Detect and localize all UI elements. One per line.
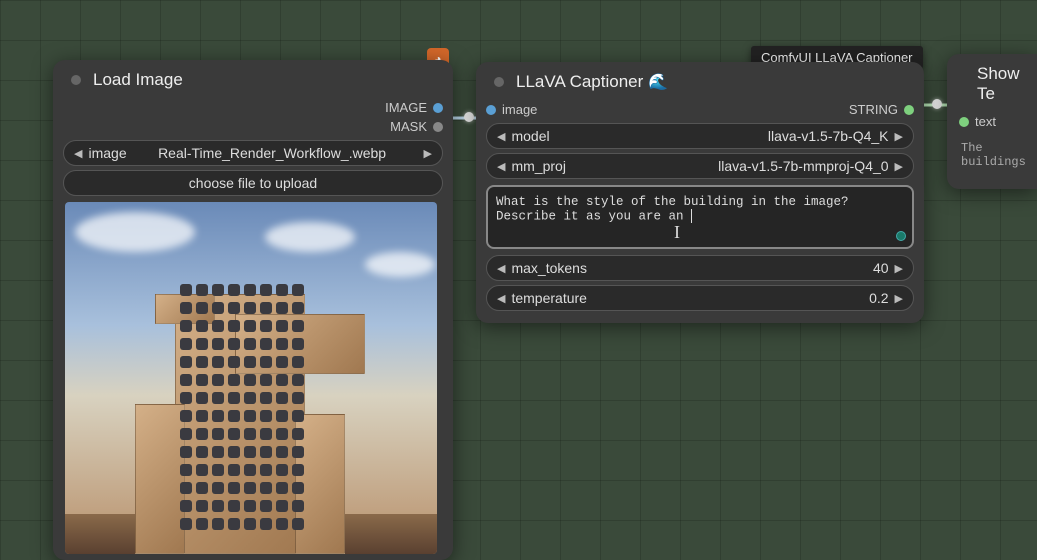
collapse-dot-icon[interactable]	[494, 77, 504, 87]
wave-emoji-icon: 🌊	[648, 74, 668, 91]
input-port-text[interactable]: text	[947, 112, 1037, 131]
temperature-field[interactable]: ◀ temperature 0.2 ▶	[486, 285, 914, 311]
output-port-image[interactable]: IMAGE	[53, 98, 453, 117]
field-value: 0.2	[587, 290, 889, 306]
image-filename-field[interactable]: ◀ image Real-Time_Render_Workflow_.webp …	[63, 140, 443, 166]
arrow-right-icon[interactable]: ▶	[424, 147, 432, 160]
node-show-text[interactable]: Show Te text The buildings	[947, 54, 1037, 189]
collapse-dot-icon[interactable]	[71, 75, 81, 85]
output-port-mask[interactable]: MASK	[53, 117, 453, 136]
text-cursor-icon: I	[674, 222, 680, 243]
port-dot-icon[interactable]	[959, 117, 969, 127]
arrow-right-icon[interactable]: ▶	[895, 130, 903, 143]
wire-endpoint	[932, 99, 942, 109]
max-tokens-field[interactable]: ◀ max_tokens 40 ▶	[486, 255, 914, 281]
mm-proj-field[interactable]: ◀ mm_proj llava-v1.5-7b-mmproj-Q4_0 ▶	[486, 153, 914, 179]
arrow-right-icon[interactable]: ▶	[895, 160, 903, 173]
node-header[interactable]: LLaVA Captioner 🌊	[476, 62, 924, 100]
field-value: llava-v1.5-7b-Q4_K	[550, 128, 889, 144]
port-dot-icon[interactable]	[486, 105, 496, 115]
wire-endpoint	[464, 112, 474, 122]
field-value: 40	[587, 260, 889, 276]
port-dot-icon[interactable]	[433, 122, 443, 132]
field-value: Real-Time_Render_Workflow_.webp	[127, 145, 418, 161]
node-header[interactable]: Show Te	[947, 54, 1037, 112]
node-llava-captioner[interactable]: LLaVA Captioner 🌊 image STRING ◀ model l…	[476, 62, 924, 323]
arrow-left-icon[interactable]: ◀	[497, 160, 505, 173]
arrow-right-icon[interactable]: ▶	[895, 262, 903, 275]
arrow-left-icon[interactable]: ◀	[497, 292, 505, 305]
node-title: Show Te	[977, 64, 1020, 104]
node-title: LLaVA Captioner 🌊	[516, 72, 668, 92]
output-port-string[interactable]: STRING	[849, 100, 914, 119]
port-dot-icon[interactable]	[433, 103, 443, 113]
node-load-image[interactable]: Load Image IMAGE MASK ◀ image Real-Time_…	[53, 60, 453, 560]
arrow-right-icon[interactable]: ▶	[895, 292, 903, 305]
field-label: temperature	[511, 290, 586, 306]
prompt-textarea[interactable]: What is the style of the building in the…	[486, 185, 914, 249]
choose-file-button[interactable]: choose file to upload	[63, 170, 443, 196]
field-label: max_tokens	[511, 260, 586, 276]
arrow-left-icon[interactable]: ◀	[497, 262, 505, 275]
field-label: mm_proj	[511, 158, 565, 174]
port-dot-icon[interactable]	[904, 105, 914, 115]
model-field[interactable]: ◀ model llava-v1.5-7b-Q4_K ▶	[486, 123, 914, 149]
node-title: Load Image	[93, 70, 183, 90]
field-value: llava-v1.5-7b-mmproj-Q4_0	[566, 158, 889, 174]
arrow-left-icon[interactable]: ◀	[497, 130, 505, 143]
node-header[interactable]: Load Image	[53, 60, 453, 98]
field-label: model	[511, 128, 549, 144]
input-port-image[interactable]: image	[486, 100, 537, 119]
output-text: The buildings	[947, 131, 1037, 179]
image-preview: // inline windows will be drawn by popul…	[65, 202, 437, 554]
arrow-left-icon[interactable]: ◀	[74, 147, 82, 160]
field-label: image	[88, 145, 126, 161]
resize-handle-icon[interactable]	[896, 231, 906, 241]
